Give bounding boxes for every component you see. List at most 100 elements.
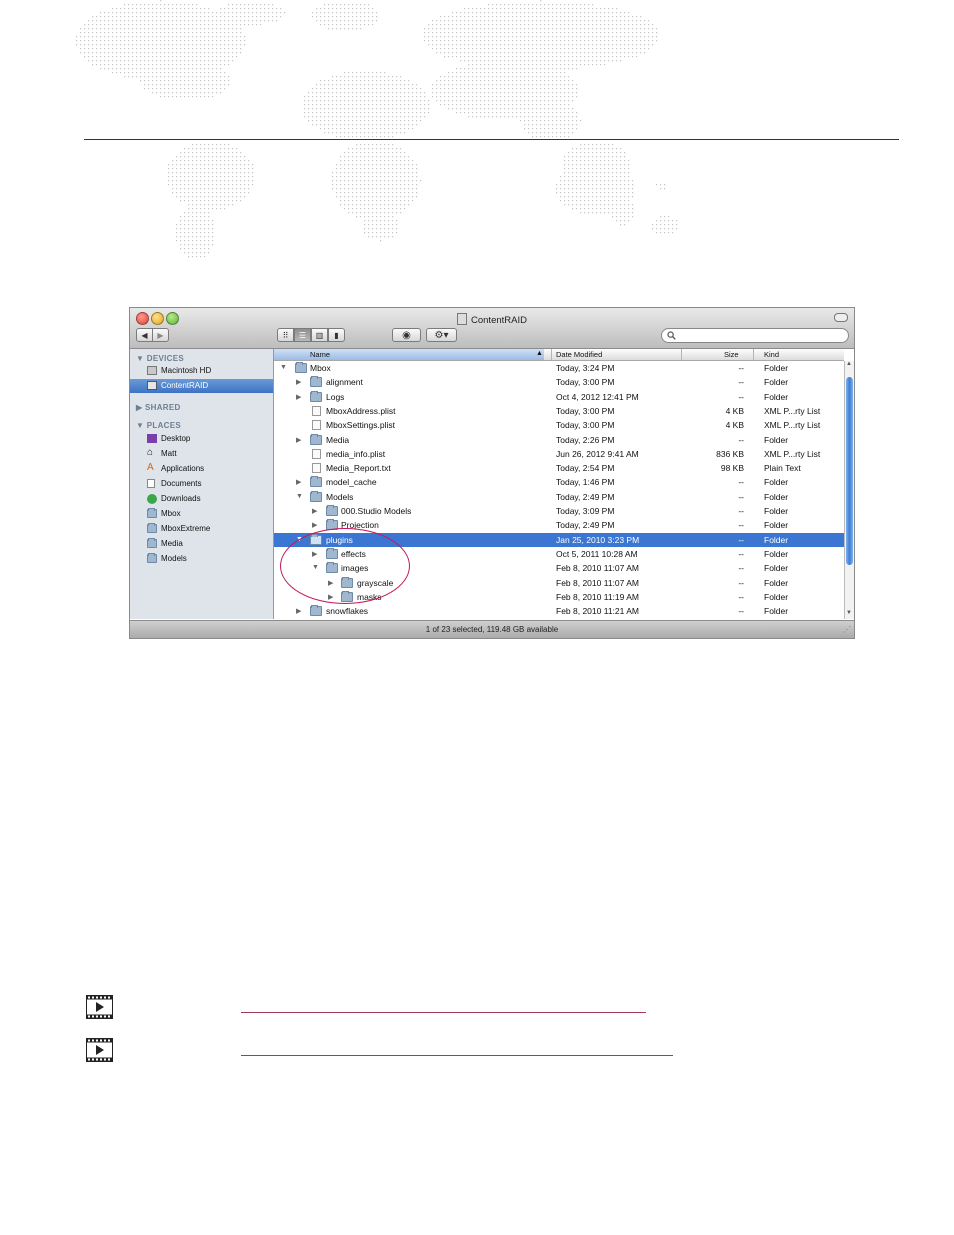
section-label: DEVICES [146, 354, 184, 363]
table-row[interactable]: ▶ model_cache Today, 1:46 PM -- Folder [274, 475, 844, 489]
table-row[interactable]: Media_Report.txt Today, 2:54 PM 98 KB Plain… [274, 461, 844, 475]
column-view-button[interactable]: ▥ [311, 328, 328, 342]
disclosure-closed-icon[interactable]: ▶ [296, 378, 301, 386]
file-kind: Folder [764, 591, 789, 602]
sidebar-section-places[interactable]: ▼ PLACES [136, 421, 181, 430]
file-name: Mbox [310, 363, 331, 373]
column-divider[interactable] [551, 349, 552, 360]
sidebar-section-shared[interactable]: ▶ SHARED [136, 403, 181, 412]
file-size: -- [738, 548, 744, 559]
folder-icon [310, 433, 322, 445]
date-modified: Today, 2:26 PM [556, 434, 615, 445]
sidebar-section-devices[interactable]: ▼ DEVICES [136, 354, 184, 363]
sidebar-item-contentraid[interactable]: ContentRAID [130, 379, 273, 393]
scroll-down-arrow-icon[interactable]: ▼ [846, 610, 852, 616]
sidebar-item-mbox[interactable]: Mbox [130, 507, 273, 521]
coverflow-view-button[interactable]: ▮ [328, 328, 345, 342]
coverflow-view-icon: ▮ [334, 330, 339, 340]
file-kind: Folder [764, 520, 789, 531]
disclosure-open-icon[interactable]: ▼ [280, 364, 287, 371]
disclosure-closed-icon[interactable]: ▶ [296, 478, 301, 486]
sidebar-item-desktop[interactable]: Desktop [130, 432, 273, 446]
disclosure-closed-icon[interactable]: ▶ [312, 521, 317, 529]
header-rule [84, 139, 899, 140]
table-row[interactable]: MboxAddress.plist Today, 3:00 PM 4 KB XML P… [274, 404, 844, 418]
sidebar-item-label: MboxExtreme [161, 524, 211, 533]
search-input[interactable] [661, 328, 849, 343]
column-divider[interactable] [681, 349, 682, 360]
disclosure-closed-icon[interactable]: ▶ [296, 607, 301, 615]
sidebar-item-label: Desktop [161, 434, 191, 443]
file-size: -- [738, 377, 744, 388]
forward-button[interactable]: ▶ [152, 328, 169, 342]
toolbar-toggle-button[interactable] [834, 313, 848, 322]
hard-drive-icon [147, 366, 157, 375]
window-title-text: ContentRAID [471, 315, 527, 326]
kind-column-header[interactable]: Kind [764, 350, 779, 359]
folder-icon [310, 376, 322, 388]
section-label: PLACES [146, 421, 181, 430]
table-row[interactable]: ▶ snowflakes Feb 8, 2010 11:21 AM -- Folder [274, 604, 844, 618]
file-kind: Folder [764, 491, 789, 502]
date-modified: Today, 2:54 PM [556, 463, 615, 474]
date-column-header[interactable]: Date Modified [556, 350, 602, 359]
file-kind: Plain Text [764, 463, 801, 474]
vertical-scrollbar[interactable]: ▲ ▼ [844, 361, 854, 619]
table-row[interactable]: ▶ 000.Studio Models Today, 3:09 PM -- Folder [274, 504, 844, 518]
window-title: ContentRAID [130, 313, 854, 326]
date-modified: Jan 25, 2010 3:23 PM [556, 534, 640, 545]
table-row[interactable]: ▶ Media Today, 2:26 PM -- Folder [274, 433, 844, 447]
sidebar-item-models[interactable]: Models [130, 552, 273, 566]
table-row[interactable]: ▶ alignment Today, 3:00 PM -- Folder [274, 375, 844, 389]
date-modified: Jun 26, 2012 9:41 AM [556, 448, 639, 459]
table-row[interactable]: ▼ Mbox Today, 3:24 PM -- Folder [274, 361, 844, 375]
file-kind: Folder [764, 477, 789, 488]
folder-icon [147, 523, 157, 533]
document-icon [312, 448, 321, 459]
film-video-icon[interactable] [86, 1038, 113, 1062]
date-modified: Today, 2:49 PM [556, 520, 615, 531]
sidebar-item-mboxextreme[interactable]: MboxExtreme [130, 522, 273, 536]
table-row[interactable]: MboxSettings.plist Today, 3:00 PM 4 KB XML … [274, 418, 844, 432]
table-row[interactable]: ▼ Models Today, 2:49 PM -- Folder [274, 490, 844, 504]
view-switcher: ⠿ ☰ ▥ ▮ [277, 328, 345, 342]
file-size: -- [738, 363, 744, 373]
quick-look-button[interactable]: ◉ [392, 328, 421, 342]
list-view-button[interactable]: ☰ [294, 328, 311, 342]
date-modified: Today, 3:00 PM [556, 405, 615, 416]
table-row[interactable]: ▶ Logs Oct 4, 2012 12:41 PM -- Folder [274, 390, 844, 404]
action-menu-button[interactable]: ⚙▾ [426, 328, 457, 342]
folder-icon [326, 505, 338, 516]
sidebar-item-matt[interactable]: ⌂ Matt [130, 447, 273, 461]
date-modified: Oct 5, 2011 10:28 AM [556, 548, 638, 559]
document-icon [312, 420, 321, 431]
status-bar: 1 of 23 selected, 119.48 GB available ⋰ [130, 620, 854, 638]
table-row[interactable]: media_info.plist Jun 26, 2012 9:41 AM 836 … [274, 447, 844, 461]
sidebar-item-applications[interactable]: A Applications [130, 462, 273, 476]
icon-view-button[interactable]: ⠿ [277, 328, 294, 342]
disclosure-closed-icon[interactable]: ▶ [296, 393, 301, 401]
size-column-header[interactable]: Size [724, 350, 739, 359]
document-icon [312, 405, 321, 416]
sidebar-item-macintosh-hd[interactable]: Macintosh HD [130, 364, 273, 378]
disclosure-closed-icon[interactable]: ▶ [296, 436, 301, 444]
sidebar-item-media[interactable]: Media [130, 537, 273, 551]
sidebar-item-documents[interactable]: Documents [130, 477, 273, 491]
name-column-label: Name [310, 350, 331, 359]
sidebar: ▼ DEVICES Macintosh HD ContentRAID ▶ SHA… [130, 349, 274, 619]
back-button[interactable]: ◀ [136, 328, 153, 342]
sidebar-item-downloads[interactable]: Downloads [130, 492, 273, 506]
film-video-icon[interactable] [86, 995, 113, 1019]
documents-icon [147, 479, 155, 488]
highlight-annotation-circle [280, 528, 410, 604]
downloads-icon [147, 494, 157, 504]
scroll-up-arrow-icon[interactable]: ▲ [846, 361, 852, 367]
column-divider[interactable] [753, 349, 754, 360]
video-link-underline[interactable] [241, 1012, 646, 1013]
column-view-icon: ▥ [315, 330, 324, 340]
disclosure-closed-icon[interactable]: ▶ [312, 507, 317, 515]
video-link-underline[interactable] [241, 1055, 673, 1056]
scrollbar-thumb[interactable] [846, 377, 853, 565]
disclosure-open-icon[interactable]: ▼ [296, 493, 303, 500]
resize-grip-icon[interactable]: ⋰ [843, 621, 851, 638]
